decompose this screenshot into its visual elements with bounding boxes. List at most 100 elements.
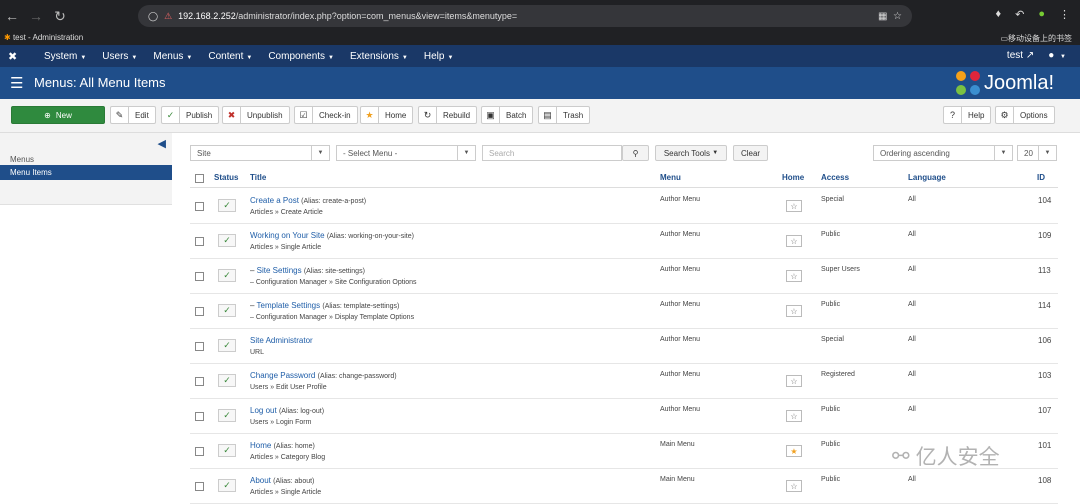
joomla-logo-icon[interactable]: ✖ — [8, 50, 28, 63]
forward-icon[interactable]: → — [24, 8, 48, 24]
published-check-icon[interactable]: ✓ — [218, 409, 236, 422]
reload-icon[interactable]: ↻ — [48, 8, 72, 25]
published-check-icon[interactable]: ✓ — [218, 269, 236, 282]
burp-extension-icon[interactable]: ● — [1038, 8, 1045, 21]
set-home-star-icon[interactable]: ☆ — [786, 375, 802, 387]
row-checkbox[interactable] — [195, 377, 204, 386]
published-check-icon[interactable]: ✓ — [218, 234, 236, 247]
published-check-icon[interactable]: ✓ — [218, 304, 236, 317]
menu-icon[interactable]: ⋮ — [1059, 8, 1070, 21]
set-home-star-icon[interactable]: ☆ — [786, 305, 802, 317]
sidebar-item-menu-items[interactable]: Menu Items — [0, 165, 172, 180]
publish-button[interactable]: ✓ Publish — [161, 106, 220, 124]
new-button[interactable]: ⊕ New — [11, 106, 105, 124]
batch-button[interactable]: ▣ Batch — [481, 106, 534, 124]
published-check-icon[interactable]: ✓ — [218, 374, 236, 387]
back-icon[interactable]: ← — [0, 8, 24, 24]
search-tools-button[interactable]: Search Tools ▼ — [655, 145, 727, 161]
menu-users[interactable]: Users ▼ — [102, 51, 137, 62]
item-type: – Configuration Manager » Display Templa… — [250, 314, 415, 321]
search-button[interactable]: ⚲ — [622, 145, 649, 161]
row-checkbox[interactable] — [195, 447, 204, 456]
item-alias: (Alias: log-out) — [278, 408, 325, 415]
column-access[interactable]: Access — [821, 173, 849, 182]
client-select[interactable]: Site ▼ — [190, 145, 330, 161]
select-all-checkbox[interactable] — [195, 174, 204, 183]
limit-select[interactable]: 20 ▼ — [1017, 145, 1057, 161]
column-title[interactable]: Title — [250, 173, 266, 182]
url-path: /administrator/index.php?option=com_menu… — [235, 11, 518, 21]
item-title-link[interactable]: Working on Your Site — [250, 231, 325, 240]
item-menu: Author Menu — [660, 406, 701, 413]
table-row: ✓ Create a Post (Alias: create-a-post) Art… — [190, 189, 1058, 224]
menu-help[interactable]: Help ▼ — [424, 51, 454, 62]
column-menu[interactable]: Menu — [660, 173, 681, 182]
row-checkbox[interactable] — [195, 412, 204, 421]
options-button[interactable]: ⚙ Options — [995, 106, 1055, 124]
item-title-link[interactable]: Site Administrator — [250, 336, 313, 345]
trash-button[interactable]: ▤ Trash — [538, 106, 591, 124]
star-icon[interactable]: ☆ — [893, 11, 902, 22]
extension-icon[interactable]: ♦ — [996, 8, 1002, 21]
column-id[interactable]: ID — [1037, 173, 1045, 182]
published-check-icon[interactable]: ✓ — [218, 444, 236, 457]
item-title-link[interactable]: Create a Post — [250, 196, 299, 205]
menu-system[interactable]: System ▼ — [44, 51, 86, 62]
menu-components[interactable]: Components ▼ — [268, 51, 334, 62]
row-checkbox[interactable] — [195, 237, 204, 246]
item-access: Public — [821, 231, 841, 238]
item-title-link[interactable]: Log out — [250, 406, 277, 415]
item-title-link[interactable]: Site Settings — [257, 266, 302, 275]
clear-button[interactable]: Clear — [733, 145, 768, 161]
published-check-icon[interactable]: ✓ — [218, 339, 236, 352]
row-checkbox[interactable] — [195, 202, 204, 211]
site-link[interactable]: test ↗ — [1007, 50, 1034, 61]
menu-extensions[interactable]: Extensions ▼ — [350, 51, 408, 62]
column-language[interactable]: Language — [908, 173, 946, 182]
item-title-link[interactable]: Change Password — [250, 371, 315, 380]
item-access: Public — [821, 441, 841, 448]
help-button[interactable]: ? Help — [943, 106, 992, 124]
tab-title[interactable]: test - Administration — [13, 33, 83, 42]
published-check-icon[interactable]: ✓ — [218, 479, 236, 492]
item-title-link[interactable]: Home — [250, 441, 271, 450]
row-checkbox[interactable] — [195, 272, 204, 281]
set-home-star-icon[interactable]: ☆ — [786, 235, 802, 247]
unpublish-button[interactable]: ✖ Unpublish — [222, 106, 290, 124]
item-language: All — [908, 301, 916, 308]
home-button[interactable]: ★ Home — [360, 106, 414, 124]
collapse-sidebar-icon[interactable]: ◀ — [158, 137, 166, 150]
item-id: 106 — [1038, 336, 1052, 345]
row-checkbox[interactable] — [195, 482, 204, 491]
item-title-link[interactable]: About — [250, 476, 271, 485]
item-language: All — [908, 196, 916, 203]
ordering-select[interactable]: Ordering ascending ▼ — [873, 145, 1013, 161]
address-bar[interactable]: ◯ ⚠ 192.168.2.252/administrator/index.ph… — [138, 5, 912, 27]
qr-icon[interactable]: ▦ — [878, 11, 887, 22]
column-home[interactable]: Home — [782, 173, 804, 182]
set-home-star-icon[interactable]: ☆ — [786, 480, 802, 492]
edit-button[interactable]: ✎ Edit — [110, 106, 156, 124]
mobile-bookmarks[interactable]: 移动设备上的书签 — [1008, 34, 1072, 43]
wechat-icon: ⚯ — [892, 444, 910, 468]
user-menu-icon[interactable]: ● ▼ — [1048, 50, 1066, 61]
joomla-brand: Joomla! — [955, 71, 1054, 95]
item-id: 103 — [1038, 371, 1052, 380]
menu-select[interactable]: - Select Menu - ▼ — [336, 145, 476, 161]
row-checkbox[interactable] — [195, 342, 204, 351]
row-checkbox[interactable] — [195, 307, 204, 316]
item-title-link[interactable]: Template Settings — [257, 301, 321, 310]
set-home-star-icon[interactable]: ☆ — [786, 200, 802, 212]
search-input[interactable]: Search — [482, 145, 622, 161]
menu-menus[interactable]: Menus ▼ — [153, 51, 192, 62]
rebuild-button[interactable]: ↻ Rebuild — [418, 106, 478, 124]
menu-content[interactable]: Content ▼ — [208, 51, 252, 62]
set-home-star-icon[interactable]: ☆ — [786, 410, 802, 422]
item-menu: Author Menu — [660, 196, 701, 203]
undo-icon[interactable]: ↶ — [1015, 8, 1024, 21]
set-home-star-icon[interactable]: ☆ — [786, 270, 802, 282]
column-status[interactable]: Status — [214, 173, 238, 182]
checkin-button[interactable]: ☑ Check-in — [294, 106, 358, 124]
default-home-star-icon[interactable]: ★ — [786, 445, 802, 457]
published-check-icon[interactable]: ✓ — [218, 199, 236, 212]
